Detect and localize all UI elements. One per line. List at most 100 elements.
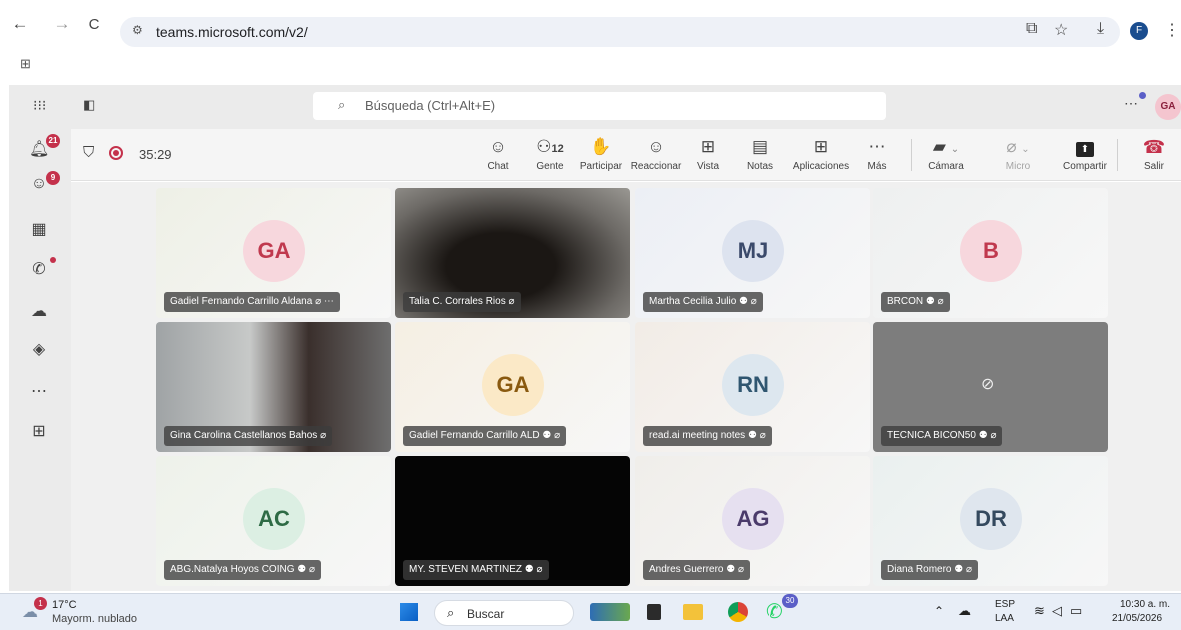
windows-start-icon[interactable] <box>400 603 418 621</box>
whatsapp-icon[interactable]: ✆ <box>766 599 783 624</box>
volume-icon[interactable]: ◁ <box>1052 603 1062 619</box>
participant-name-tag: BRCON ⚉ ⌀ <box>881 292 950 312</box>
address-bar[interactable]: ⚙ teams.microsoft.com/v2/ <box>120 17 1120 47</box>
chevron-up-icon[interactable]: ⌃ <box>934 604 944 618</box>
mic-muted-icon: ⌀ <box>987 430 997 441</box>
battery-icon[interactable]: ▭ <box>1070 603 1082 619</box>
activity-badge: 21 <box>46 134 60 148</box>
participant-tile[interactable]: GA Gadiel Fernando Carrillo Aldana ⌀ ⋯ <box>156 188 391 318</box>
read-ai-icon: ⚉ <box>294 564 307 575</box>
camera-button[interactable]: ▰ ⌄ Cámara <box>926 135 966 172</box>
forward-icon[interactable]: → <box>52 14 72 34</box>
add-app-icon[interactable]: ⊞ <box>29 421 49 441</box>
participant-name: TECNICA BICON50 <box>887 430 976 441</box>
leave-button[interactable]: ☎ Salir <box>1140 135 1168 172</box>
weather-badge: 1 <box>34 597 47 610</box>
search-icon: ⌕ <box>338 97 346 112</box>
mic-muted-icon: ⌀ <box>756 430 766 441</box>
more-button[interactable]: ⋯ Más <box>866 135 888 172</box>
participant-name: Andres Guerrero <box>649 564 724 575</box>
hand-icon: ✋ <box>590 137 612 156</box>
calendar-icon[interactable]: ▦ <box>29 219 49 239</box>
grid-view-icon: ⊞ <box>700 137 716 156</box>
calls-icon[interactable]: ✆ <box>29 259 49 279</box>
participant-tile[interactable]: Gina Carolina Castellanos Bahos ⌀ <box>156 322 391 452</box>
participant-tile[interactable]: ⊘ TECNICA BICON50 ⚉ ⌀ <box>873 322 1108 452</box>
people-icon: ⚇ <box>536 137 552 156</box>
app-launcher-icon[interactable]: ⁝⁝⁝ <box>33 97 46 114</box>
participant-tile[interactable]: GA Gadiel Fernando Carrillo ALD ⚉ ⌀ <box>395 322 630 452</box>
react-button[interactable]: ☺ Reaccionar <box>630 135 682 172</box>
participant-tile[interactable]: MY. STEVEN MARTINEZ ⚉ ⌀ <box>395 456 630 586</box>
share-button[interactable]: ⬆ Compartir <box>1062 135 1108 172</box>
participant-tile[interactable]: AC ABG.Natalya Hoyos COING ⚉ ⌀ <box>156 456 391 586</box>
chat-button[interactable]: ☺ Chat <box>484 135 512 172</box>
notification-dot <box>1139 92 1146 99</box>
language-layout: LAA <box>995 613 1014 624</box>
participant-name-tag: Martha Cecilia Julio ⚉ ⌀ <box>643 292 763 312</box>
participant-name: ABG.Natalya Hoyos COING <box>170 564 295 575</box>
chat-badge: 9 <box>46 171 60 185</box>
mic-button[interactable]: ⌀ ⌄ Micro <box>998 135 1038 172</box>
clock-time[interactable]: 10:30 a. m. <box>1120 599 1170 610</box>
participant-name-tag: Gina Carolina Castellanos Bahos ⌀ <box>164 426 333 446</box>
participant-name-tag: TECNICA BICON50 ⚉ ⌀ <box>881 426 1003 446</box>
participant-tile[interactable]: Talia C. Corrales Rios ⌀ <box>395 188 630 318</box>
camera-off-icon: ▰ <box>932 137 946 156</box>
divider <box>1117 139 1118 171</box>
participant-tile[interactable]: DR Diana Romero ⚉ ⌀ <box>873 456 1108 586</box>
view-button[interactable]: ⊞ Vista <box>695 135 721 172</box>
participant-name: Gina Carolina Castellanos Bahos <box>170 430 318 441</box>
participant-name: MY. STEVEN MARTINEZ <box>409 564 522 575</box>
participant-name-tag: Andres Guerrero ⚉ ⌀ <box>643 560 751 580</box>
participant-tile[interactable]: RN read.ai meeting notes ⚉ ⌀ <box>635 322 870 452</box>
raise-hand-button[interactable]: ✋ Participar <box>578 135 624 172</box>
participant-avatar: AG <box>722 488 784 550</box>
download-icon[interactable]: ⤓ <box>1097 20 1104 38</box>
participant-tile[interactable]: AG Andres Guerrero ⚉ ⌀ <box>635 456 870 586</box>
tile-more-icon[interactable]: ⋯ <box>321 296 334 307</box>
user-avatar[interactable]: GA <box>1155 94 1181 120</box>
file-explorer-icon[interactable] <box>683 604 703 620</box>
mic-options-chevron-icon[interactable]: ⌄ <box>1021 144 1029 155</box>
onedrive-icon[interactable]: ☁ <box>29 301 49 321</box>
participant-avatar: MJ <box>722 220 784 282</box>
profile-avatar[interactable]: F <box>1130 22 1148 40</box>
camera-options-chevron-icon[interactable]: ⌄ <box>951 144 959 155</box>
notes-button[interactable]: ▤ Notas <box>745 135 775 172</box>
widget-scenery-icon[interactable] <box>590 603 630 621</box>
reload-icon[interactable]: C <box>84 16 104 33</box>
meeting-timer: 35:29 <box>139 147 172 162</box>
apps-grid-icon[interactable]: ⊞ <box>20 56 31 72</box>
participant-tile[interactable]: B BRCON ⚉ ⌀ <box>873 188 1108 318</box>
search-input[interactable]: ⌕ Búsqueda (Ctrl+Alt+E) <box>313 92 886 120</box>
more-apps-icon[interactable]: ⋯ <box>29 381 49 401</box>
people-button[interactable]: ⚇12 Gente <box>530 135 570 172</box>
participant-name: Gadiel Fernando Carrillo Aldana <box>170 296 313 307</box>
share-screen-icon: ⬆ <box>1076 142 1094 157</box>
chrome-icon[interactable] <box>728 602 748 622</box>
copilot-icon[interactable]: ◈ <box>29 339 49 359</box>
participant-name: Diana Romero <box>887 564 952 575</box>
back-icon[interactable]: ← <box>10 14 30 34</box>
site-settings-icon[interactable]: ⚙ <box>132 23 143 37</box>
install-app-icon[interactable]: ⧉ <box>1026 20 1037 38</box>
taskbar-search[interactable]: ⌕ Buscar <box>434 600 574 626</box>
bookmark-star-icon[interactable]: ☆ <box>1054 20 1068 40</box>
more-options-icon[interactable]: ⋯ <box>1124 95 1138 112</box>
participant-name-tag: Gadiel Fernando Carrillo Aldana ⌀ ⋯ <box>164 292 340 312</box>
sidebar-toggle-icon[interactable]: ◧ <box>83 97 95 113</box>
mic-muted-icon: ⌀ <box>312 296 322 307</box>
task-view-icon[interactable] <box>647 604 661 620</box>
wifi-icon[interactable]: ≋ <box>1034 603 1045 619</box>
apps-button[interactable]: ⊞ Aplicaciones <box>790 135 852 172</box>
chat-bubble-icon: ☺ <box>489 137 507 156</box>
mic-muted-icon: ⌀ <box>317 430 327 441</box>
language-code[interactable]: ESP <box>995 599 1015 610</box>
onedrive-tray-icon[interactable]: ☁ <box>958 603 971 619</box>
participant-tile[interactable]: MJ Martha Cecilia Julio ⚉ ⌀ <box>635 188 870 318</box>
browser-menu-icon[interactable]: ⋮ <box>1164 20 1180 40</box>
clock-date: 21/05/2026 <box>1112 613 1163 624</box>
mic-muted-icon: ⌀ <box>963 564 973 575</box>
people-count: 12 <box>551 143 564 155</box>
